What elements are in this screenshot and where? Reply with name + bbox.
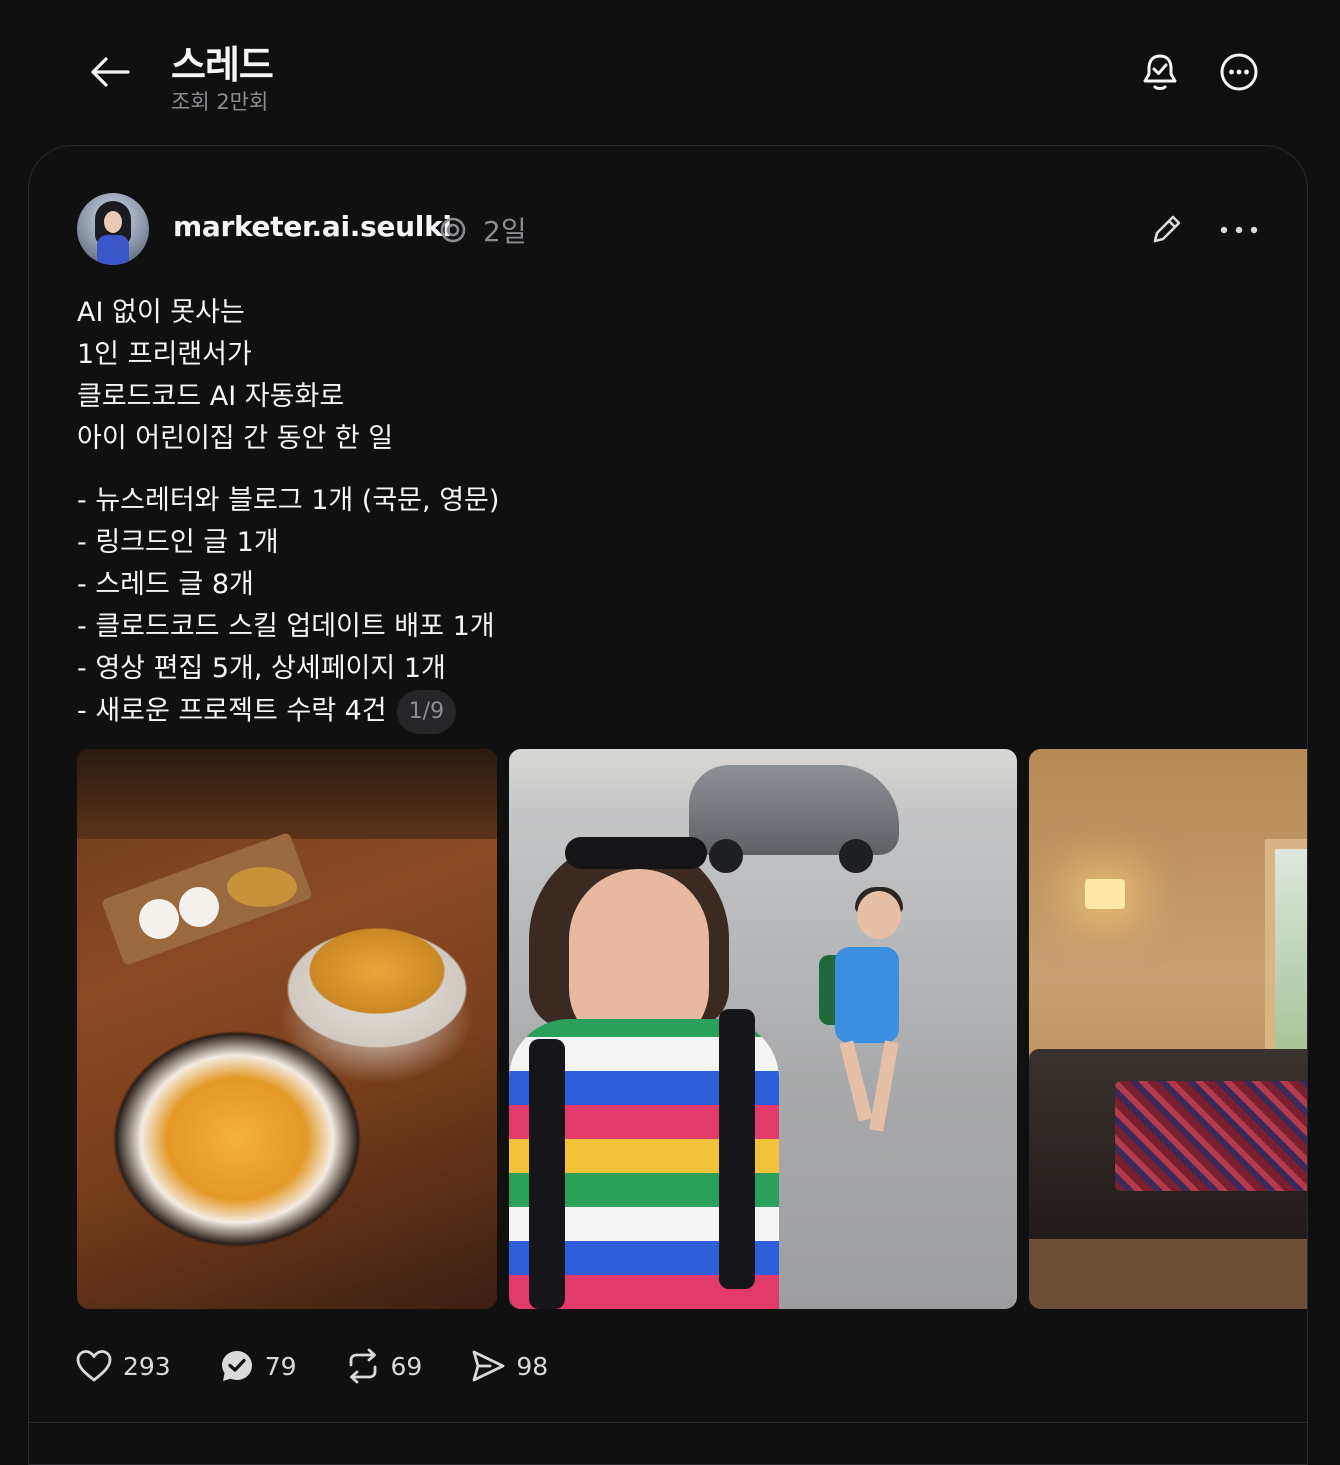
reply-button[interactable]: 79 (219, 1348, 297, 1384)
post-image-room[interactable] (1029, 749, 1307, 1309)
edit-button[interactable] (1144, 208, 1188, 252)
share-button[interactable]: 98 (470, 1348, 548, 1384)
list-item: - 스레드 글 8개 (77, 569, 254, 600)
post-line: 아이 어린이집 간 동안 한 일 (77, 423, 394, 454)
top-bar: 스레드 조회 2만회 (0, 0, 1340, 140)
more-options-button[interactable] (1217, 50, 1261, 94)
view-count: 조회 2만회 (171, 90, 269, 114)
list-item-with-indicator: - 새로운 프로젝트 수락 4건 1/9 (77, 690, 977, 734)
threads-verified-icon (440, 217, 466, 243)
post-line: 클로드코드 AI 자동화로 (77, 381, 345, 412)
divider (29, 1422, 1307, 1423)
username[interactable]: marketer.ai.seulki (173, 210, 452, 243)
post-image-dessert[interactable] (77, 749, 497, 1309)
list-item: - 클로드코드 스킬 업데이트 배포 1개 (77, 611, 495, 642)
repost-count: 69 (390, 1351, 423, 1381)
heart-icon (76, 1350, 112, 1382)
more-horizontal-icon (1220, 226, 1258, 234)
list-item: - 뉴스레터와 블로그 1개 (국문, 영문) (77, 485, 500, 516)
repost-button[interactable]: 69 (345, 1348, 423, 1384)
post-line: 1인 프리랜서가 (77, 339, 252, 370)
post-line: AI 없이 못사는 (77, 297, 245, 328)
like-button[interactable]: 293 (75, 1349, 171, 1383)
notification-button[interactable] (1138, 50, 1182, 94)
like-count: 293 (123, 1351, 171, 1381)
page-title: 스레드 (171, 43, 274, 87)
action-bar: 293 79 69 98 (75, 1336, 596, 1396)
post-text: AI 없이 못사는 1인 프리랜서가 클로드코드 AI 자동화로 아이 어린이집… (77, 292, 977, 734)
pencil-icon (1153, 215, 1181, 243)
more-circle-icon (1220, 53, 1258, 91)
bell-check-icon (1143, 54, 1177, 90)
share-count: 98 (516, 1351, 549, 1381)
back-button[interactable] (86, 50, 134, 94)
list-item: - 영상 편집 5개, 상세페이지 1개 (77, 653, 446, 684)
avatar[interactable] (77, 193, 149, 265)
post-image-street[interactable] (509, 749, 1017, 1309)
post-time: 2일 (483, 215, 527, 248)
arrow-left-icon (91, 57, 130, 87)
post-more-button[interactable] (1217, 208, 1261, 252)
list-item: - 새로운 프로젝트 수락 4건 (77, 695, 387, 727)
send-icon (472, 1350, 505, 1382)
page-indicator: 1/9 (396, 690, 457, 734)
post-card: marketer.ai.seulki 2일 AI 없이 못사는 1인 프리랜서가… (28, 145, 1308, 1465)
reply-check-icon (221, 1351, 252, 1381)
repost-icon (349, 1348, 376, 1384)
list-item: - 링크드인 글 1개 (77, 527, 279, 558)
reply-count: 79 (264, 1351, 297, 1381)
